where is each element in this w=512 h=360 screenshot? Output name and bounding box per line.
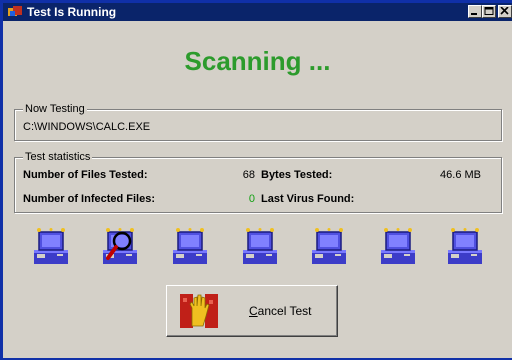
test-running-window: Test Is Running Scanning ... Now Testing… (0, 0, 512, 360)
maximize-icon (484, 7, 494, 15)
window-title: Test Is Running (27, 5, 117, 19)
infected-files-label: Number of Infected Files: (23, 193, 156, 205)
scan-animation-row (3, 228, 512, 272)
title-bar[interactable]: Test Is Running (3, 3, 512, 21)
computer-icon (381, 228, 415, 264)
magnifier-computer-icon (103, 228, 137, 264)
now-testing-group: Now Testing C:\WINDOWS\CALC.EXE (14, 103, 502, 141)
last-virus-label: Last Virus Found: (261, 193, 355, 205)
close-icon (500, 7, 509, 15)
infected-files-value: 0 (248, 193, 255, 205)
maximize-button[interactable] (482, 5, 496, 18)
app-icon (8, 6, 22, 16)
cancel-label-rest: ancel Test (257, 304, 312, 318)
minimize-icon (471, 13, 477, 15)
bytes-tested-value: 46.6 MB (440, 169, 481, 181)
minimize-button[interactable] (468, 5, 482, 18)
computer-icon (448, 228, 482, 264)
scanning-headline: Scanning ... (184, 46, 331, 76)
cancel-test-button[interactable]: Cancel Test (166, 285, 338, 337)
files-tested-value: 68 (242, 169, 255, 181)
dialog-body: Scanning ... Now Testing C:\WINDOWS\CALC… (3, 21, 512, 358)
now-testing-legend: Now Testing (23, 103, 87, 115)
test-statistics-legend: Test statistics (23, 151, 93, 163)
computer-icon (243, 228, 277, 264)
bytes-tested-label: Bytes Tested: (261, 169, 333, 181)
cancel-accelerator: C (249, 304, 258, 318)
files-tested-label: Number of Files Tested: (23, 169, 148, 181)
computer-icon (34, 228, 68, 264)
stop-hand-icon (180, 294, 218, 328)
cancel-test-label: Cancel Test (249, 304, 311, 318)
test-statistics-group: Test statistics Number of Files Tested: … (14, 151, 502, 213)
close-button[interactable] (498, 5, 512, 18)
current-file-path: C:\WINDOWS\CALC.EXE (23, 121, 151, 133)
computer-icon (312, 228, 346, 264)
computer-icon (173, 228, 207, 264)
